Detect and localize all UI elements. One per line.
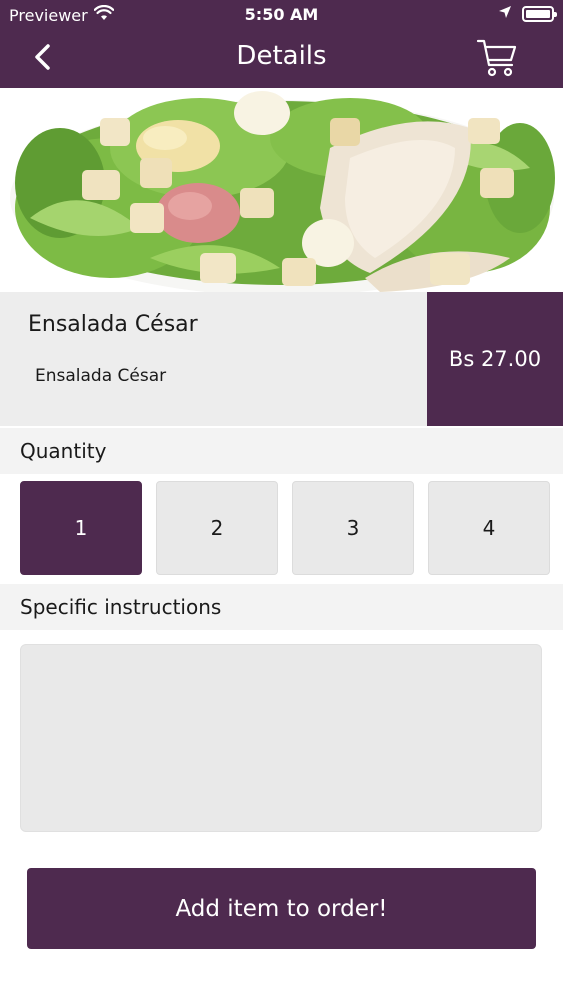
cart-icon[interactable] xyxy=(475,35,519,79)
quantity-option-1[interactable]: 1 xyxy=(20,481,142,575)
quantity-option-2[interactable]: 2 xyxy=(156,481,278,575)
status-time: 5:50 AM xyxy=(244,5,319,24)
add-to-order-button[interactable]: Add item to order! xyxy=(27,868,536,949)
instructions-input[interactable] xyxy=(20,644,542,832)
quantity-label: Quantity xyxy=(20,439,107,463)
item-price: Bs 27.00 xyxy=(427,292,563,426)
quantity-selector: 1 2 3 4 xyxy=(20,481,550,575)
item-info-panel: Ensalada César Ensalada César xyxy=(0,292,427,426)
status-bar: Previewer 5:50 AM xyxy=(0,0,563,30)
item-name: Ensalada César xyxy=(28,312,198,337)
item-photo xyxy=(0,88,563,292)
instructions-section-header: Specific instructions xyxy=(0,584,563,630)
location-arrow-icon xyxy=(498,4,512,23)
instructions-label: Specific instructions xyxy=(20,595,222,619)
item-info-row: Ensalada César Ensalada César Bs 27.00 xyxy=(0,292,563,426)
status-right-group xyxy=(498,4,557,23)
battery-icon xyxy=(522,5,557,22)
quantity-option-4[interactable]: 4 xyxy=(428,481,550,575)
quantity-option-3[interactable]: 3 xyxy=(292,481,414,575)
item-description: Ensalada César xyxy=(35,366,167,386)
quantity-section-header: Quantity xyxy=(0,428,563,474)
nav-bar: Details xyxy=(0,30,563,88)
